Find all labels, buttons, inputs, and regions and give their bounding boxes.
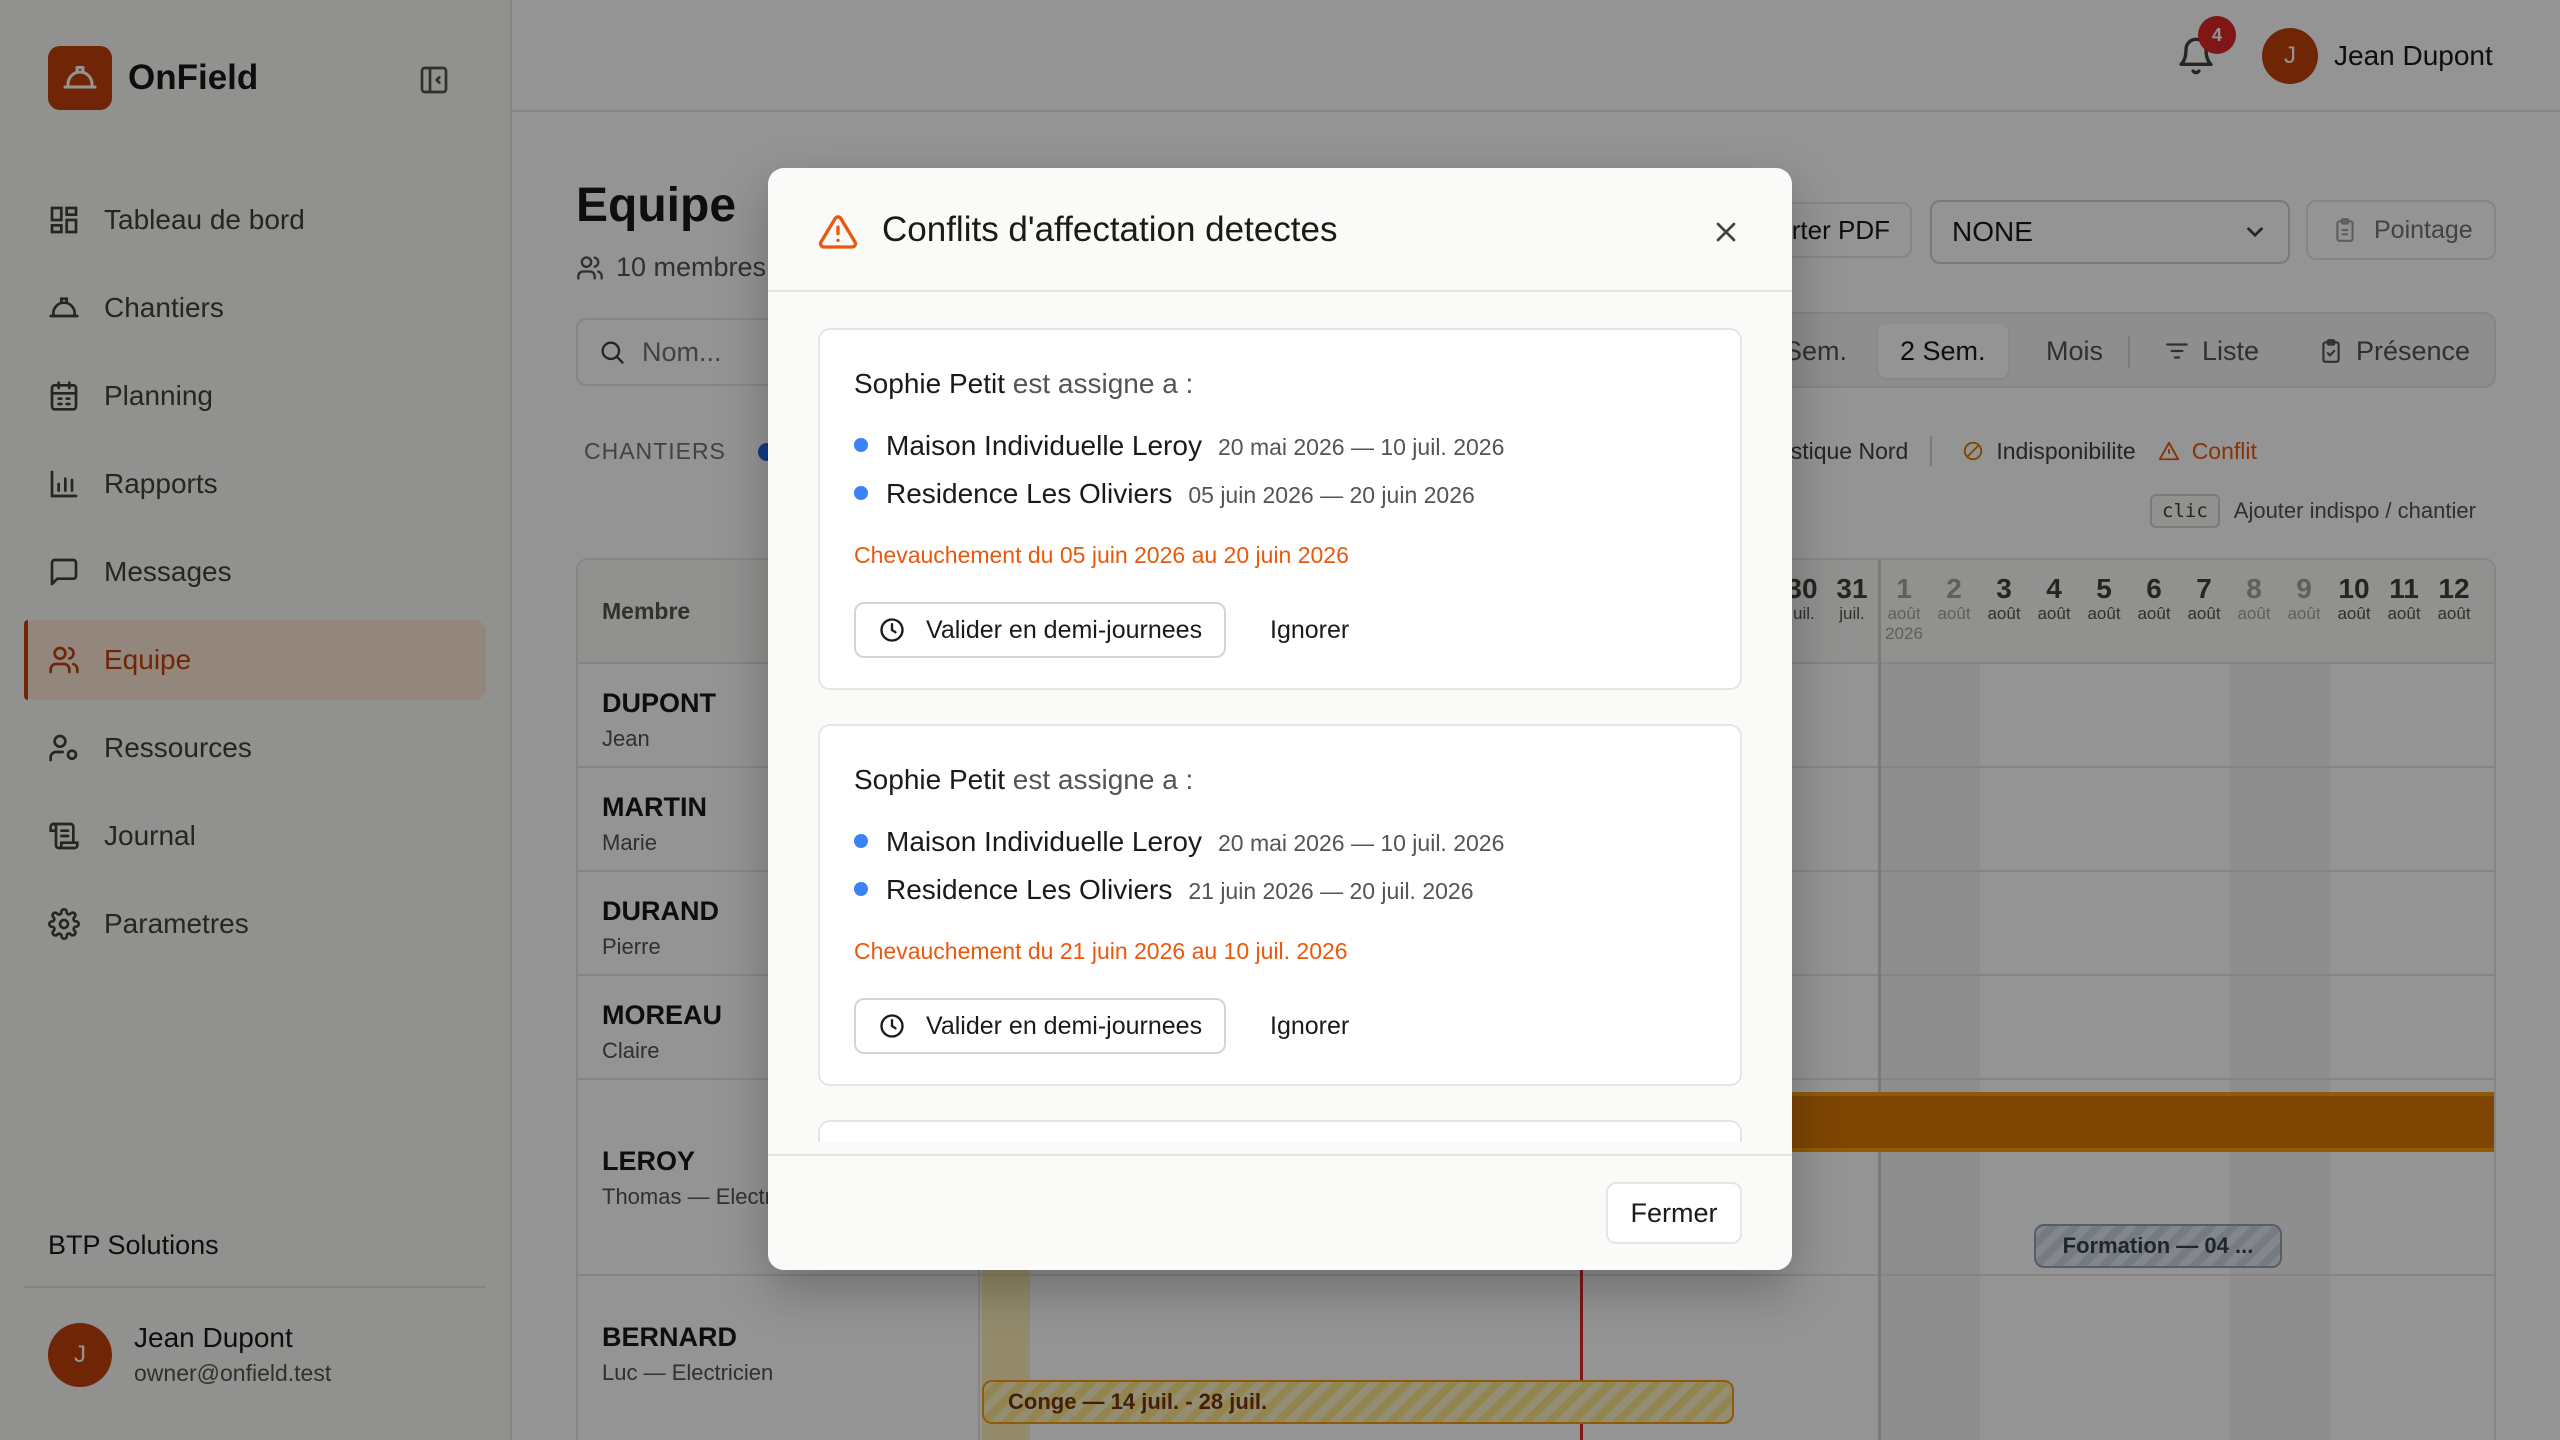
site-dates: 20 mai 2026 — 10 juil. 2026	[1217, 434, 1505, 460]
site-name: Maison Individuelle Leroy	[886, 826, 1202, 857]
conflict-card: Sophie Petit est assigne a : Maison Indi…	[818, 328, 1742, 690]
overlap-text: Chevauchement du 21 juin 2026 au 10 juil…	[854, 938, 1348, 964]
site-dot	[854, 438, 868, 452]
conflict-site: Residence Les Oliviers 21 juin 2026 — 20…	[854, 874, 1474, 906]
site-name: Residence Les Oliviers	[886, 478, 1173, 509]
conflict-heading: Sophie Petit est assigne a :	[854, 764, 1193, 796]
validate-half-days-button[interactable]: Valider en demi-journees	[854, 998, 1227, 1054]
person-name: Sophie Petit	[854, 764, 1005, 795]
site-dot	[854, 486, 868, 500]
ignore-button[interactable]: Ignorer	[1270, 1012, 1349, 1041]
conflicts-dialog: Conflits d'affectation detectes Sophie P…	[768, 168, 1792, 1270]
conflict-site: Residence Les Oliviers 05 juin 2026 — 20…	[854, 478, 1475, 510]
close-button[interactable]: Fermer	[1606, 1182, 1742, 1244]
ignore-button[interactable]: Ignorer	[1270, 616, 1349, 645]
site-dot	[854, 882, 868, 896]
site-name: Residence Les Oliviers	[886, 874, 1173, 905]
validate-half-days-button[interactable]: Valider en demi-journees	[854, 602, 1227, 658]
validate-label: Valider en demi-journees	[926, 1011, 1203, 1040]
person-name: Sophie Petit	[854, 368, 1005, 399]
assigned-text: est assigne a :	[1012, 368, 1194, 399]
modal-header: Conflits d'affectation detectes	[768, 168, 1792, 292]
site-dot	[854, 834, 868, 848]
conflict-site: Maison Individuelle Leroy 20 mai 2026 — …	[854, 430, 1504, 462]
overlap-text: Chevauchement du 05 juin 2026 au 20 juin…	[854, 542, 1349, 568]
conflict-heading: Sophie Petit est assigne a :	[854, 368, 1193, 400]
modal-title: Conflits d'affectation detectes	[882, 210, 1338, 249]
validate-label: Valider en demi-journees	[926, 615, 1203, 644]
modal-body[interactable]: Sophie Petit est assigne a : Maison Indi…	[768, 294, 1792, 1142]
assigned-text: est assigne a :	[1012, 764, 1194, 795]
conflict-card	[818, 1120, 1742, 1142]
site-dates: 05 juin 2026 — 20 juin 2026	[1188, 482, 1475, 508]
site-name: Maison Individuelle Leroy	[886, 430, 1202, 461]
close-icon[interactable]	[1710, 216, 1742, 248]
conflict-card: Sophie Petit est assigne a : Maison Indi…	[818, 724, 1742, 1086]
modal-footer: Fermer	[768, 1154, 1792, 1270]
site-dates: 21 juin 2026 — 20 juil. 2026	[1188, 878, 1474, 904]
warning-icon	[818, 215, 858, 249]
clock-icon	[880, 1014, 904, 1038]
conflict-site: Maison Individuelle Leroy 20 mai 2026 — …	[854, 826, 1504, 858]
clock-icon	[880, 618, 904, 642]
site-dates: 20 mai 2026 — 10 juil. 2026	[1217, 830, 1505, 856]
